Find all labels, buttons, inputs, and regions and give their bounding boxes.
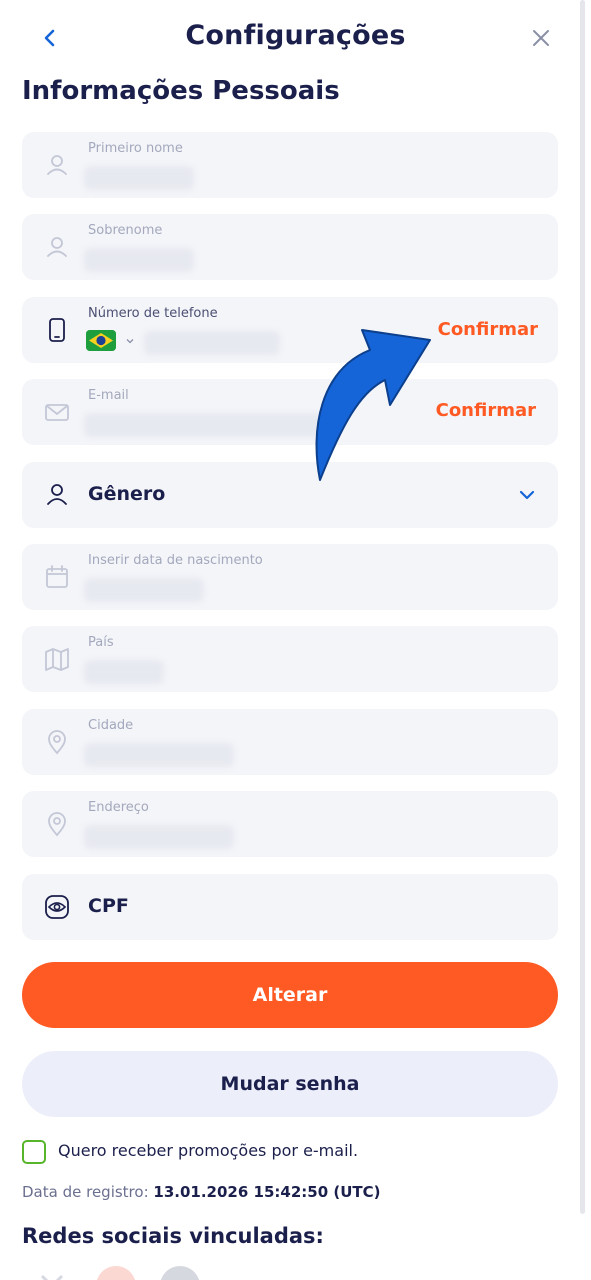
address-value [84, 825, 234, 849]
other-social-icon[interactable] [160, 1266, 200, 1280]
social-networks-title: Redes sociais vinculadas: [22, 1224, 324, 1248]
address-label: Endereço [88, 800, 149, 815]
promo-checkbox-label: Quero receber promoções por e-mail. [58, 1141, 359, 1160]
registration-value: 13.01.2026 15:42:50 (UTC) [153, 1183, 381, 1201]
registration-label: Data de registro: [22, 1183, 149, 1201]
city-value [84, 743, 234, 767]
gender-select[interactable]: Gênero [22, 462, 558, 528]
user-icon [47, 155, 67, 175]
city-field[interactable]: Cidade [22, 709, 558, 775]
email-field[interactable]: E-mail Confirmar [22, 379, 558, 445]
cpf-field[interactable]: CPF [22, 874, 558, 940]
gender-label: Gênero [88, 483, 166, 505]
first-name-label: Primeiro nome [88, 141, 183, 156]
chevron-down-icon[interactable] [126, 337, 134, 345]
x-twitter-icon[interactable] [32, 1266, 72, 1280]
cpf-label: CPF [88, 895, 129, 917]
country-field[interactable]: País [22, 626, 558, 692]
first-name-value [84, 166, 194, 190]
last-name-value [84, 248, 194, 272]
last-name-field[interactable]: Sobrenome [22, 214, 558, 280]
id-badge-icon [45, 895, 69, 919]
city-label: Cidade [88, 718, 134, 733]
change-password-button[interactable]: Mudar senha [22, 1051, 558, 1117]
mail-icon [45, 404, 69, 421]
location-pin-icon [48, 730, 66, 755]
first-name-field[interactable]: Primeiro nome [22, 132, 558, 198]
brazil-flag-icon[interactable] [86, 330, 116, 351]
last-name-label: Sobrenome [88, 223, 163, 238]
annotation-arrow-icon [315, 329, 431, 481]
email-label: E-mail [88, 388, 129, 403]
promo-checkbox[interactable] [22, 1140, 46, 1164]
close-icon [533, 30, 549, 46]
user-icon [47, 484, 67, 505]
phone-label: Número de telefone [88, 306, 218, 321]
birth-date-field[interactable]: Inserir data de nascimento [22, 544, 558, 610]
map-icon [45, 648, 69, 671]
country-value [84, 660, 164, 684]
close-button[interactable] [525, 22, 557, 54]
phone-value [144, 331, 280, 355]
social-icons-row [22, 1266, 222, 1280]
birth-date-value [84, 578, 204, 602]
location-pin-icon [48, 812, 66, 837]
phone-field[interactable]: Número de telefone Confirmar [22, 297, 558, 363]
scrollbar[interactable] [580, 0, 585, 1214]
page-title: Configurações [185, 20, 406, 51]
alterar-button[interactable]: Alterar [22, 962, 558, 1028]
chevron-down-icon[interactable] [516, 484, 538, 506]
registration-date: Data de registro: 13.01.2026 15:42:50 (U… [22, 1183, 381, 1201]
phone-confirm-link[interactable]: Confirmar [438, 319, 538, 340]
google-icon[interactable] [96, 1266, 136, 1280]
phone-icon [49, 318, 65, 342]
address-field[interactable]: Endereço [22, 791, 558, 857]
user-icon [47, 237, 67, 257]
country-label: País [88, 635, 114, 650]
birth-date-label: Inserir data de nascimento [88, 553, 263, 568]
section-title: Informações Pessoais [22, 76, 340, 106]
email-confirm-link[interactable]: Confirmar [436, 400, 536, 421]
header: Configurações [0, 0, 591, 78]
email-value [84, 413, 324, 437]
calendar-icon [46, 565, 68, 588]
